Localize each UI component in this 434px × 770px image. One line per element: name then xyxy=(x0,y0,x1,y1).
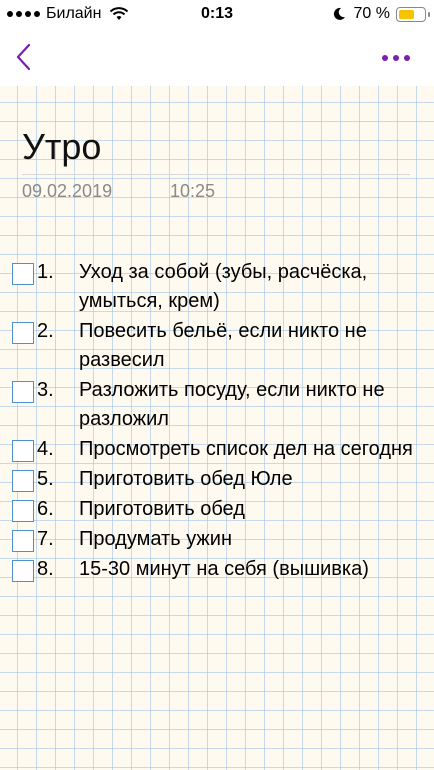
item-text[interactable]: Приготовить обед Юле xyxy=(79,465,422,494)
list-item: 5. Приготовить обед Юле xyxy=(12,465,422,494)
battery-fill xyxy=(399,9,415,19)
item-number: 6. xyxy=(37,498,54,520)
checkbox[interactable] xyxy=(12,560,34,582)
item-text[interactable]: Просмотреть список дел на сегодня xyxy=(79,435,422,464)
list-item: 3. Разложить посуду, если никто не разлож… xyxy=(12,376,422,434)
list-item: 1. Уход за собой (зубы, расчёска, умыться… xyxy=(12,258,422,316)
list-item: 6. Приготовить обед xyxy=(12,495,422,524)
list-item: 2. Повесить бельё, если никто не развесил xyxy=(12,317,422,375)
chevron-left-icon[interactable] xyxy=(14,42,34,72)
more-dots-icon[interactable] xyxy=(382,55,410,61)
moon-icon xyxy=(333,7,345,20)
item-text[interactable]: Продумать ужин xyxy=(79,525,422,554)
note-page[interactable]: Утро 09.02.2019 10:25 1. Уход за собой (з… xyxy=(0,86,434,770)
checkbox[interactable] xyxy=(12,322,34,344)
checkbox[interactable] xyxy=(12,381,34,403)
page-title[interactable]: Утро xyxy=(22,126,101,168)
status-right: 70 % xyxy=(332,5,430,23)
item-number: 7. xyxy=(37,528,54,550)
item-number: 1. xyxy=(37,261,54,283)
checkbox[interactable] xyxy=(12,500,34,522)
checkbox[interactable] xyxy=(12,263,34,285)
list-item: 4. Просмотреть список дел на сегодня xyxy=(12,435,422,464)
battery-percent: 70 % xyxy=(353,5,390,22)
checkbox[interactable] xyxy=(12,530,34,552)
item-text[interactable]: Уход за собой (зубы, расчёска, умыться, … xyxy=(79,258,422,316)
item-text[interactable]: Приготовить обед xyxy=(79,495,422,524)
checklist: 1. Уход за собой (зубы, расчёска, умыться… xyxy=(12,258,422,585)
item-text[interactable]: 15-30 минут на себя (вышивка) xyxy=(79,555,422,584)
item-text[interactable]: Разложить посуду, если никто не разложил xyxy=(79,376,422,434)
note-time: 10:25 xyxy=(170,181,216,201)
note-date: 09.02.2019 xyxy=(22,181,113,201)
title-divider xyxy=(22,174,410,175)
battery-icon xyxy=(396,6,430,22)
list-item: 8. 15-30 минут на себя (вышивка) xyxy=(12,555,422,584)
list-item: 7. Продумать ужин xyxy=(12,525,422,554)
item-number: 3. xyxy=(37,379,54,401)
item-number: 5. xyxy=(37,468,54,490)
item-number: 8. xyxy=(37,558,54,580)
nav-bar xyxy=(0,30,434,86)
item-number: 2. xyxy=(37,320,54,342)
status-bar: Билайн 0:13 70 % xyxy=(0,0,434,30)
item-text[interactable]: Повесить бельё, если никто не развесил xyxy=(79,317,422,375)
item-number: 4. xyxy=(37,438,54,460)
checkbox[interactable] xyxy=(12,470,34,492)
checkbox[interactable] xyxy=(12,440,34,462)
